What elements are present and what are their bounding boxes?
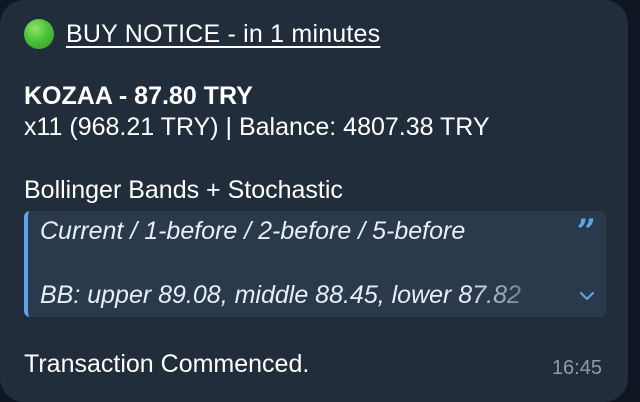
message-time: 16:45 — [551, 357, 602, 379]
ticker-price: KOZAA - 87.80 TRY — [24, 82, 253, 110]
green-circle-icon — [24, 19, 54, 49]
quote-line-bb: BB: upper 89.08, middle 88.45, lower 87.… — [40, 281, 521, 309]
transaction-status: Transaction Commenced. — [24, 350, 310, 378]
notice-title: BUY NOTICE - in 1 minutes — [66, 19, 381, 48]
chevron-down-icon[interactable] — [580, 289, 594, 303]
quote-icon: ” — [576, 212, 596, 252]
title-row: BUY NOTICE - in 1 minutes — [24, 16, 380, 52]
position-balance: x11 (968.21 TRY) | Balance: 4807.38 TRY — [24, 113, 490, 141]
quote-line-header: Current / 1-before / 2-before / 5-before — [40, 217, 466, 245]
strategy-name: Bollinger Bands + Stochastic — [24, 176, 343, 204]
quote-block[interactable]: Current / 1-before / 2-before / 5-before… — [24, 211, 606, 317]
message-bubble: BUY NOTICE - in 1 minutes KOZAA - 87.80 … — [0, 0, 628, 402]
